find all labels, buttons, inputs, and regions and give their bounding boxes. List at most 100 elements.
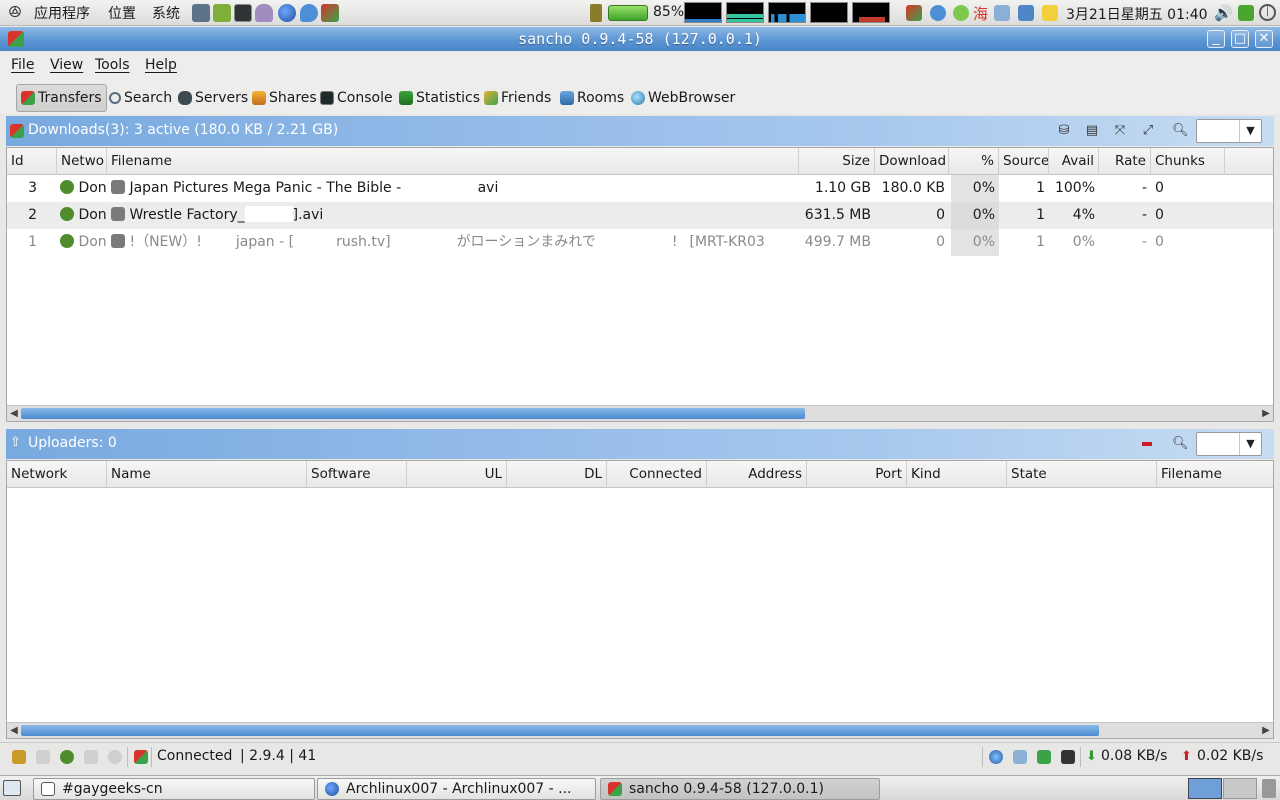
uploaders-hscrollbar[interactable]: ◀ ▶ (7, 722, 1273, 738)
col-state[interactable]: State (1007, 461, 1157, 488)
copy-icon[interactable] (36, 750, 50, 764)
uploaders-filter-combo[interactable]: ▼ (1196, 432, 1262, 456)
status-tray-icon[interactable] (953, 5, 969, 21)
col-name[interactable]: Name (107, 461, 307, 488)
load-monitor[interactable] (852, 2, 890, 23)
user-switch-icon[interactable] (1238, 5, 1254, 21)
col-download[interactable]: Download (875, 148, 949, 175)
col-ul[interactable]: UL (407, 461, 507, 488)
col-kind[interactable]: Kind (907, 461, 1007, 488)
battery-icon[interactable] (608, 5, 648, 21)
menu-tools[interactable]: Tools (95, 57, 130, 73)
swap-monitor[interactable] (810, 2, 848, 23)
downloads-hscrollbar[interactable]: ◀ ▶ (7, 405, 1273, 421)
display-tray-icon[interactable] (1018, 5, 1034, 21)
pidgin-launcher-icon[interactable] (255, 4, 273, 22)
tab-webbrowser[interactable]: WebBrowser (627, 84, 739, 112)
clock[interactable]: 3月21日星期五 01:40 (1066, 4, 1208, 24)
expand-icon[interactable]: ⤢ (1140, 124, 1156, 138)
filter-search-icon[interactable]: 🔍︎ (1172, 437, 1189, 451)
core-icon[interactable] (12, 750, 26, 764)
drop-launcher-icon[interactable] (300, 4, 318, 22)
workspace-1[interactable] (1188, 778, 1222, 799)
bittorrent-icon[interactable] (108, 750, 122, 764)
cpu-monitor[interactable] (684, 2, 722, 23)
col-avail[interactable]: Avail (1049, 148, 1099, 175)
browser-launcher-icon[interactable] (278, 4, 296, 22)
menu-file[interactable]: File (11, 57, 34, 73)
console-status-icon[interactable] (1061, 750, 1075, 764)
table-row[interactable]: 3 Don Japan Pictures Mega Panic - The Bi… (7, 175, 1273, 202)
tab-statistics[interactable]: Statistics (395, 84, 484, 112)
remove-icon[interactable] (1142, 442, 1152, 446)
col-address[interactable]: Address (707, 461, 807, 488)
filter-search-icon[interactable]: 🔍︎ (1172, 124, 1189, 138)
col-filename[interactable]: Filename (107, 148, 799, 175)
network-status-icon[interactable] (60, 750, 74, 764)
trash-icon[interactable] (1262, 779, 1276, 798)
network-manager-icon[interactable] (994, 5, 1010, 21)
tab-rooms[interactable]: Rooms (556, 84, 628, 112)
terminal-launcher-icon[interactable] (234, 4, 252, 22)
col-network[interactable]: Netwo (57, 148, 107, 175)
table-row[interactable]: 1 Don !（NEW）! japan - [rush.tv] がローションまみれで… (7, 229, 1273, 256)
volume-icon[interactable]: 🔊 (1214, 4, 1233, 22)
clients-icon[interactable] (1013, 750, 1027, 764)
notes-tray-icon[interactable] (1042, 5, 1058, 21)
network-monitor[interactable] (768, 2, 806, 23)
col-extra[interactable]: E (1225, 148, 1273, 175)
col-software[interactable]: Software (307, 461, 407, 488)
scroll-thumb[interactable] (21, 725, 1099, 736)
sancho-launcher-icon[interactable] (321, 4, 339, 22)
drive-icon[interactable]: ⛁ (1056, 124, 1072, 138)
col-percent[interactable]: % (949, 148, 999, 175)
col-network[interactable]: Network (7, 461, 107, 488)
system-menu[interactable]: 系统 (152, 3, 180, 23)
tab-friends[interactable]: Friends (480, 84, 555, 112)
collapse-icon[interactable]: ⤧ (1112, 124, 1128, 138)
tab-transfers[interactable]: Transfers (16, 84, 107, 112)
globe-icon[interactable] (989, 750, 1003, 764)
applications-menu[interactable]: 应用程序 (34, 3, 90, 23)
show-desktop-icon[interactable] (3, 780, 21, 796)
tab-servers[interactable]: Servers (174, 84, 252, 112)
menu-view[interactable]: View (50, 57, 83, 73)
scroll-thumb[interactable] (21, 408, 805, 419)
col-connected[interactable]: Connected (607, 461, 707, 488)
col-source[interactable]: Source (999, 148, 1049, 175)
drop-tray-icon[interactable] (930, 5, 946, 21)
col-rate[interactable]: Rate (1099, 148, 1151, 175)
scroll-left-icon[interactable]: ◀ (7, 406, 21, 421)
tab-console[interactable]: Console (316, 84, 397, 112)
col-chunks[interactable]: Chunks (1151, 148, 1225, 175)
file-manager-launcher-icon[interactable] (192, 4, 210, 22)
sancho-status-icon[interactable] (134, 750, 148, 764)
close-button[interactable]: ✕ (1255, 30, 1273, 48)
notes-launcher-icon[interactable] (213, 4, 231, 22)
tab-search[interactable]: Search (105, 84, 176, 112)
task-browser[interactable]: Archlinux007 - Archlinux007 - ... (317, 778, 596, 800)
col-port[interactable]: Port (807, 461, 907, 488)
sancho-tray-icon[interactable] (906, 5, 922, 21)
gnutella-icon[interactable] (84, 750, 98, 764)
task-irc[interactable]: #gaygeeks-cn (33, 778, 315, 800)
minimize-button[interactable]: _ (1207, 30, 1225, 48)
input-method-indicator[interactable]: 海 (973, 3, 988, 24)
shutdown-icon[interactable]: | (1259, 4, 1276, 21)
upload-slots-icon[interactable] (1037, 750, 1051, 764)
scroll-left-icon[interactable]: ◀ (7, 723, 21, 738)
window-titlebar[interactable]: sancho 0.9.4-58 (127.0.0.1) _ □ ✕ (0, 27, 1280, 51)
workspace-2[interactable] (1223, 778, 1257, 799)
col-dl[interactable]: DL (507, 461, 607, 488)
scroll-right-icon[interactable]: ▶ (1259, 723, 1273, 738)
tab-shares[interactable]: Shares (248, 84, 321, 112)
places-menu[interactable]: 位置 (108, 3, 136, 23)
col-filename[interactable]: Filename (1157, 461, 1273, 488)
col-id[interactable]: Id (7, 148, 57, 175)
memory-monitor[interactable] (726, 2, 764, 23)
col-size[interactable]: Size (799, 148, 875, 175)
menu-help[interactable]: Help (145, 57, 177, 73)
gnome-foot-icon[interactable]: ꔮ (8, 3, 28, 23)
columns-icon[interactable]: ▤ (1084, 124, 1100, 138)
downloads-filter-combo[interactable]: ▼ (1196, 119, 1262, 143)
